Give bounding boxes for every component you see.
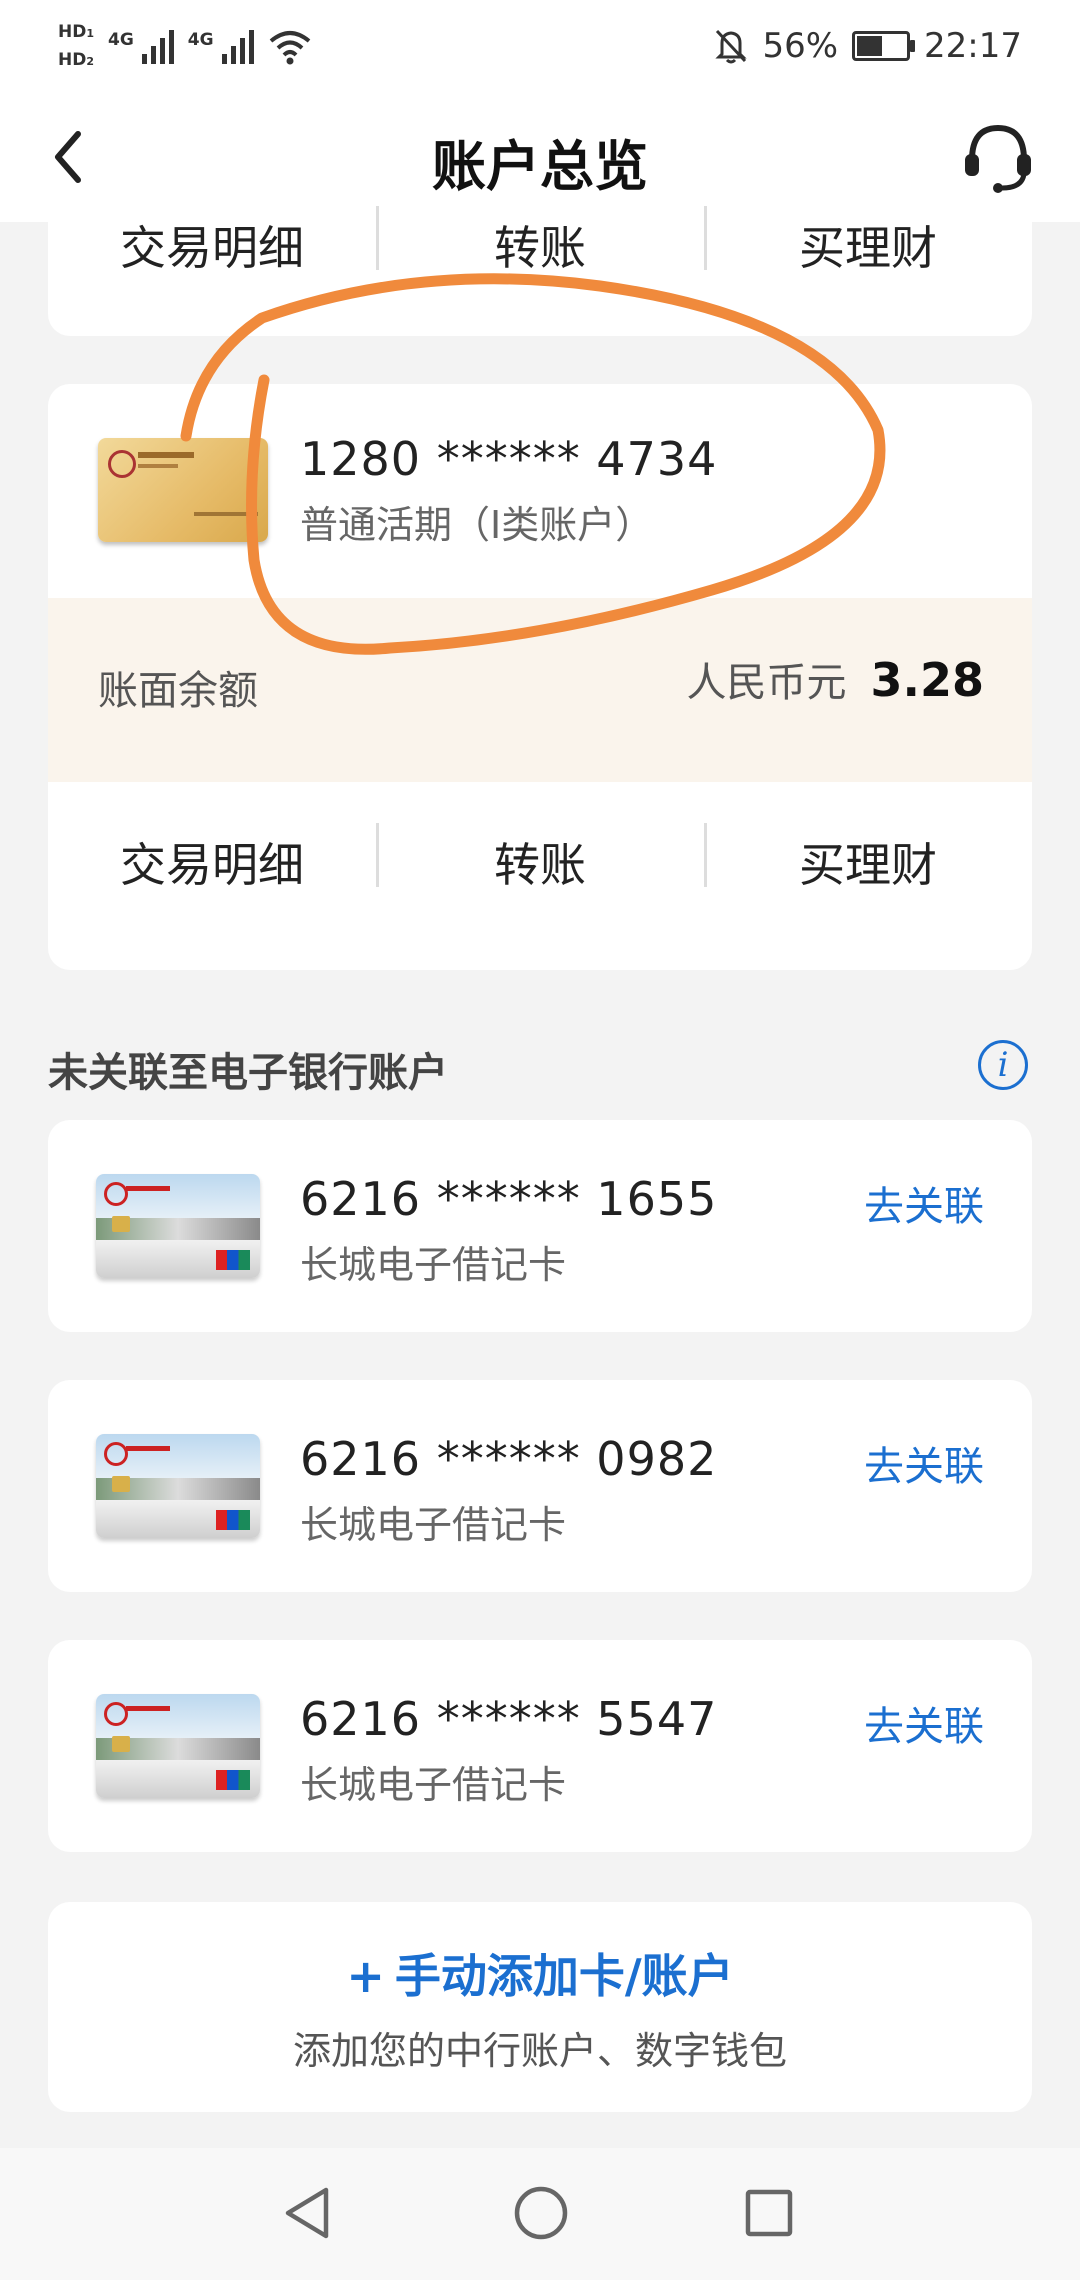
unlinked-section-title: 未关联至电子银行账户	[48, 1050, 448, 1096]
boc-logo-icon	[104, 1702, 128, 1726]
nav-recents-icon[interactable]	[744, 2188, 794, 2238]
nav-home-icon[interactable]	[512, 2184, 570, 2242]
plus-icon: +	[346, 1949, 385, 2003]
unionpay-logo-icon	[216, 1770, 250, 1790]
main-action-transfer[interactable]: 转账	[376, 823, 704, 895]
system-nav-bar	[0, 2148, 1080, 2280]
unlinked-card-number: 6216 ****** 5547	[300, 1692, 718, 1746]
boc-logo-icon	[104, 1182, 128, 1206]
unlinked-card-type: 长城电子借记卡	[300, 1503, 567, 1547]
main-action-buy-wealth[interactable]: 买理财	[704, 823, 1032, 895]
add-account-subtitle: 添加您的中行账户、数字钱包	[292, 2029, 787, 2073]
boc-logo-icon	[104, 1442, 128, 1466]
unlinked-card-item[interactable]: 6216 ****** 0982 长城电子借记卡 去关联	[48, 1380, 1032, 1592]
unlinked-card-type: 长城电子借记卡	[300, 1243, 567, 1287]
link-account-button[interactable]: 去关联	[864, 1694, 984, 1752]
unlinked-card-item[interactable]: 6216 ****** 1655 长城电子借记卡 去关联	[48, 1120, 1032, 1332]
great-wall-card-image	[96, 1434, 260, 1538]
unlinked-card-item[interactable]: 6216 ****** 5547 长城电子借记卡 去关联	[48, 1640, 1032, 1852]
orange-annotation-circle	[180, 273, 886, 655]
link-account-button[interactable]: 去关联	[864, 1174, 984, 1232]
info-icon[interactable]: i	[978, 1040, 1028, 1090]
great-wall-card-image	[96, 1694, 260, 1798]
nav-back-icon[interactable]	[282, 2184, 332, 2242]
add-account-title-row: + 手动添加卡/账户	[48, 1940, 1032, 2006]
great-wall-card-image	[96, 1174, 260, 1278]
unlinked-card-number: 6216 ****** 0982	[300, 1432, 718, 1486]
unlinked-card-type: 长城电子借记卡	[300, 1763, 567, 1807]
add-account-title: 手动添加卡/账户	[394, 1949, 734, 2003]
unlinked-card-number: 6216 ****** 1655	[300, 1172, 718, 1226]
link-account-button[interactable]: 去关联	[864, 1434, 984, 1492]
add-account-button[interactable]: + 手动添加卡/账户 添加您的中行账户、数字钱包	[48, 1902, 1032, 2112]
main-action-transaction-details[interactable]: 交易明细	[48, 829, 376, 895]
unionpay-logo-icon	[216, 1250, 250, 1270]
unionpay-logo-icon	[216, 1510, 250, 1530]
